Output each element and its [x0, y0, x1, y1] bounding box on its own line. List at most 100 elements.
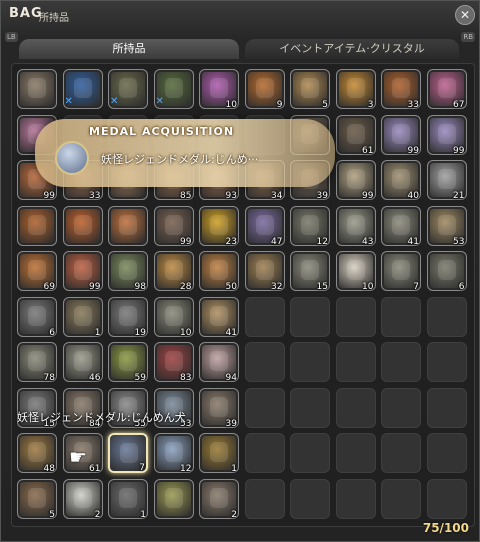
inventory-slot[interactable]: 6	[17, 296, 57, 338]
empty-slot[interactable]	[426, 478, 467, 519]
title-bar[interactable]: BAG 所持品 ✕	[1, 1, 479, 31]
inventory-slot[interactable]: 59	[108, 342, 148, 383]
inventory-slot[interactable]: 10	[199, 69, 239, 110]
inventory-slot[interactable]: 7	[381, 251, 421, 292]
inventory-slot[interactable]: 12	[153, 433, 194, 474]
inventory-slot[interactable]: 19	[108, 296, 148, 338]
inventory-slot[interactable]	[153, 478, 194, 519]
item-quantity: 21	[453, 191, 465, 201]
inventory-slot[interactable]: 21	[426, 160, 467, 201]
empty-slot[interactable]	[381, 433, 421, 473]
inventory-slot[interactable]	[17, 69, 57, 109]
empty-slot[interactable]	[335, 296, 376, 337]
inventory-slot[interactable]: 6	[426, 251, 467, 292]
tab-event-items-crystals[interactable]: イベントアイテム·クリスタル	[245, 39, 459, 59]
empty-slot[interactable]	[426, 387, 467, 428]
empty-slot[interactable]	[426, 433, 467, 473]
rb-button[interactable]: RB	[461, 32, 475, 42]
empty-slot[interactable]	[290, 478, 330, 519]
inventory-slot[interactable]: 9	[244, 69, 285, 110]
inventory-slot[interactable]: ✕	[153, 69, 194, 109]
inventory-slot[interactable]: 99	[426, 114, 467, 156]
item-quantity: 69	[43, 282, 55, 292]
empty-slot[interactable]	[381, 478, 421, 519]
empty-slot[interactable]	[335, 478, 376, 519]
window-subtitle: 所持品	[39, 13, 69, 24]
inventory-slot[interactable]: 3	[335, 69, 376, 110]
inventory-slot[interactable]: 69	[17, 251, 57, 292]
inventory-slot[interactable]	[108, 205, 148, 246]
inventory-slot[interactable]: ✕	[108, 69, 148, 109]
empty-slot[interactable]	[244, 342, 285, 382]
empty-slot[interactable]	[335, 387, 376, 428]
empty-slot[interactable]	[290, 433, 330, 473]
inventory-slot[interactable]: 12	[290, 205, 330, 247]
empty-slot[interactable]	[244, 433, 285, 473]
empty-slot[interactable]	[426, 342, 467, 382]
inventory-slot[interactable]: 83	[153, 342, 194, 383]
inventory-slot[interactable]	[62, 205, 103, 246]
inventory-slot[interactable]: 28	[153, 251, 194, 292]
inventory-slot[interactable]: 48	[17, 433, 57, 474]
empty-slot[interactable]	[244, 478, 285, 519]
inventory-slot[interactable]: 50	[199, 251, 239, 292]
empty-slot[interactable]	[426, 296, 467, 337]
inventory-slot[interactable]: 5	[17, 478, 57, 520]
coin-icon	[301, 260, 319, 280]
inventory-slot[interactable]: 40	[381, 160, 421, 201]
empty-slot[interactable]	[244, 296, 285, 337]
inventory-slot[interactable]: 10	[153, 296, 194, 338]
empty-slot[interactable]	[335, 342, 376, 382]
empty-slot[interactable]	[290, 296, 330, 337]
pouch-icon	[437, 260, 456, 280]
pie-icon	[346, 78, 365, 98]
inventory-slot[interactable]: 47	[244, 205, 285, 247]
inventory-slot[interactable]: 43	[335, 205, 376, 247]
lb-button[interactable]: LB	[5, 32, 18, 42]
empty-slot[interactable]	[381, 387, 421, 428]
inventory-slot[interactable]: 15	[290, 251, 330, 292]
inventory-slot[interactable]: 99	[335, 160, 376, 201]
rod-icon	[346, 123, 365, 144]
empty-slot[interactable]	[381, 296, 421, 337]
item-quantity: 67	[453, 100, 465, 110]
item-tooltip: 妖怪レジェンドメダル:じんめん犬	[17, 411, 186, 424]
inventory-slot[interactable]: 46	[62, 342, 103, 383]
lavender-cloth-icon	[437, 123, 456, 144]
empty-slot[interactable]	[244, 387, 285, 428]
inventory-slot[interactable]: 41	[199, 296, 239, 338]
close-icon[interactable]: ✕	[455, 5, 475, 25]
inventory-slot[interactable]: 23	[199, 205, 239, 247]
inventory-slot[interactable]: 32	[244, 251, 285, 292]
inventory-slot[interactable]	[17, 205, 57, 246]
item-quantity: 12	[316, 236, 328, 247]
inventory-slot[interactable]: 2	[62, 478, 103, 520]
empty-slot[interactable]	[290, 387, 330, 428]
item-quantity: 99	[362, 191, 374, 201]
empty-slot[interactable]	[381, 342, 421, 382]
inventory-slot[interactable]: 39	[199, 387, 239, 429]
inventory-slot[interactable]: 41	[381, 205, 421, 247]
inventory-slot[interactable]: 99	[381, 114, 421, 156]
inventory-slot[interactable]: 94	[199, 342, 239, 383]
inventory-slot[interactable]: 1	[199, 433, 239, 474]
inventory-slot[interactable]: ✕	[62, 69, 103, 109]
inventory-slot[interactable]: 78	[17, 342, 57, 383]
inventory-slot[interactable]: 1	[62, 296, 103, 338]
inventory-slot[interactable]: 1	[108, 478, 148, 520]
inventory-slot[interactable]: 67	[426, 69, 467, 110]
empty-slot[interactable]	[290, 342, 330, 382]
dark-blue-gear-icon	[119, 78, 137, 98]
inventory-slot[interactable]: 53	[426, 205, 467, 247]
inventory-slot[interactable]: 99	[153, 205, 194, 247]
inventory-slot[interactable]: 99	[62, 251, 103, 292]
inventory-slot[interactable]: 98	[108, 251, 148, 292]
inventory-slot[interactable]: 61	[335, 114, 376, 156]
inventory-slot[interactable]: 2	[199, 478, 239, 520]
inventory-slot[interactable]: 7	[108, 433, 148, 473]
inventory-slot[interactable]: 33	[381, 69, 421, 110]
inventory-slot[interactable]: 10	[335, 251, 376, 292]
tab-inventory[interactable]: 所持品	[19, 39, 239, 59]
inventory-slot[interactable]: 5	[290, 69, 330, 110]
empty-slot[interactable]	[335, 433, 376, 473]
